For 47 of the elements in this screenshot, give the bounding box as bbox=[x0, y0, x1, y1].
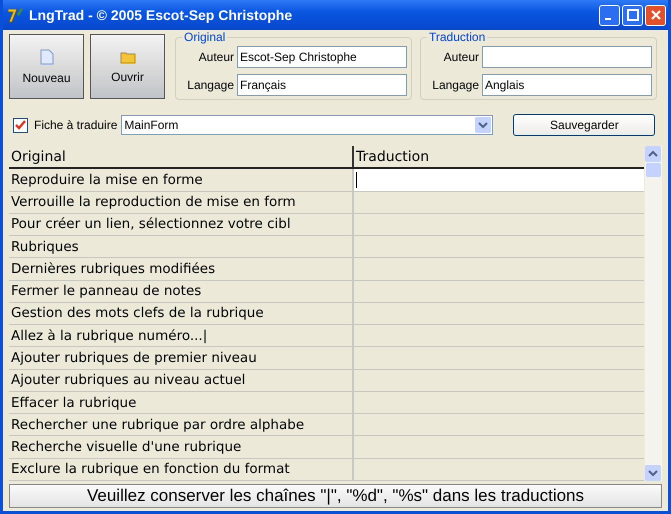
table-cell: Dernières rubriques modifiées bbox=[9, 258, 354, 280]
group-title: Original bbox=[183, 30, 226, 44]
table-cell: Ajouter rubriques de premier niveau bbox=[9, 347, 354, 369]
scroll-down-icon bbox=[645, 465, 662, 481]
field-label: Langage bbox=[431, 78, 479, 92]
status-message: Veuillez conserver les chaînes "|", "%d", "%s" dans les traductions bbox=[9, 484, 662, 508]
table-cell: Exclure la rubrique en fonction du format bbox=[9, 458, 354, 480]
field-label: Auteur bbox=[198, 50, 234, 64]
language-field[interactable]: Anglais bbox=[482, 74, 652, 96]
table-cell: Ajouter rubriques au niveau actuel bbox=[9, 370, 354, 391]
scrollbar-thumb[interactable] bbox=[646, 163, 661, 177]
vertical-scrollbar[interactable] bbox=[645, 146, 662, 481]
table-cell: Allez à la rubrique numéro...| bbox=[9, 325, 354, 346]
folder-icon bbox=[120, 50, 136, 64]
field-label: Auteur bbox=[442, 50, 479, 64]
close-button[interactable] bbox=[645, 4, 666, 26]
close-icon bbox=[650, 9, 662, 21]
maximize-icon bbox=[626, 9, 638, 21]
document-icon bbox=[40, 48, 54, 64]
table-cell: Rubriques bbox=[9, 236, 354, 258]
maximize-button[interactable] bbox=[622, 4, 643, 26]
table-cell: Rechercher une rubrique par ordre alphabe bbox=[9, 414, 354, 436]
open-button[interactable]: Ouvrir bbox=[90, 34, 165, 99]
table-cell: Effacer la rubrique bbox=[9, 392, 354, 414]
scroll-up-icon bbox=[645, 146, 662, 162]
minimize-button[interactable] bbox=[599, 4, 620, 26]
table-cell: Recherche visuelle d'une rubrique bbox=[9, 436, 354, 458]
form-dropdown[interactable]: MainForm bbox=[121, 115, 494, 135]
new-button[interactable]: Nouveau bbox=[9, 34, 84, 99]
column-header[interactable]: Traduction bbox=[354, 146, 430, 168]
table-cell: Pour créer un lien, sélectionnez votre cibl bbox=[9, 214, 354, 236]
author-field[interactable]: Escot-Sep Christophe bbox=[237, 46, 407, 68]
field-label: Langage bbox=[186, 78, 234, 92]
table-cell: Verrouille la reproduction de mise en form bbox=[9, 192, 354, 213]
author-field[interactable] bbox=[482, 46, 652, 68]
language-field[interactable]: Français bbox=[237, 74, 407, 96]
save-button[interactable]: Sauvegarder bbox=[513, 114, 656, 136]
window-title: LngTrad - © 2005 Escot-Sep Christophe bbox=[29, 7, 294, 23]
checkbox[interactable] bbox=[13, 118, 28, 132]
translation-input[interactable] bbox=[354, 169, 644, 191]
group-title: Traduction bbox=[428, 30, 486, 44]
table-cell: Gestion des mots clefs de la rubrique bbox=[9, 302, 354, 324]
app-logo-icon bbox=[6, 6, 24, 24]
minimize-icon bbox=[605, 18, 611, 20]
checkbox-label: Fiche à traduire bbox=[34, 118, 118, 132]
column-header[interactable]: Original bbox=[9, 146, 354, 168]
table-cell: Fermer le panneau de notes bbox=[9, 280, 354, 302]
